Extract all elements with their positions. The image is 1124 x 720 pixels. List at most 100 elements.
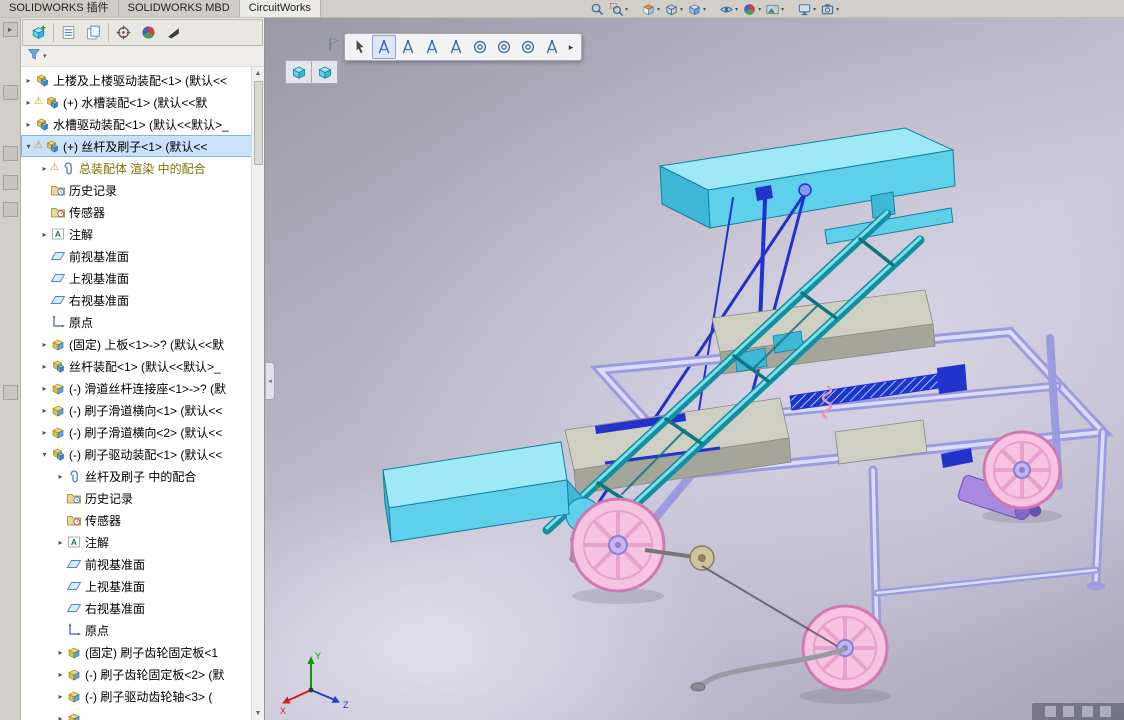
tree-item[interactable]: ▸ — [21, 707, 264, 720]
graphics-viewport[interactable]: ▸ X Y Z — [265, 18, 1124, 720]
more-tools-button[interactable]: ▸ — [564, 35, 578, 59]
panel-splitter-handle[interactable]: ◂ — [266, 362, 275, 400]
screen-options-button[interactable]: ▾ — [818, 0, 841, 18]
tree-item[interactable]: ▾ (-) 刷子驱动装配<1> (默认<< — [21, 443, 264, 465]
command-tab[interactable]: CircuitWorks — [239, 0, 321, 17]
mass-properties-target-button[interactable] — [111, 21, 136, 44]
expand-arrow[interactable]: ▸ — [23, 98, 34, 107]
strip-icon-1[interactable] — [2, 85, 18, 100]
section-view-button[interactable]: ▾ — [639, 0, 662, 18]
tree-item[interactable]: 历史记录 — [21, 179, 264, 201]
appearance-wheel-button[interactable] — [136, 21, 161, 44]
quick-mate-3-button[interactable] — [420, 35, 444, 59]
tree-item[interactable]: 右视基准面 — [21, 597, 264, 619]
concentric-mate-1-button[interactable] — [468, 35, 492, 59]
concentric-mate-3-button[interactable] — [516, 35, 540, 59]
filter-funnel-icon[interactable] — [27, 47, 41, 66]
tree-item[interactable]: ▸ A 注解 — [21, 531, 264, 553]
tree-item[interactable]: ▸ 丝杆及刷子 中的配合 — [21, 465, 264, 487]
tree-scrollbar[interactable]: ▲ ▼ — [251, 67, 264, 720]
expand-arrow[interactable]: ▸ — [23, 120, 34, 129]
expand-arrow[interactable]: ▸ — [55, 670, 66, 679]
view-orientation-button[interactable]: ▾ — [662, 0, 685, 18]
tree-item[interactable]: 原点 — [21, 619, 264, 641]
command-tab[interactable]: SOLIDWORKS 插件 — [0, 0, 119, 17]
expand-arrow[interactable]: ▸ — [39, 230, 50, 239]
apply-scene-button[interactable]: ▾ — [763, 0, 786, 18]
tree-item[interactable]: 传感器 — [21, 201, 264, 223]
bom-list-button[interactable] — [56, 21, 81, 44]
expand-panel-arrow[interactable]: ▸ — [2, 22, 18, 37]
expand-arrow[interactable]: ▸ — [55, 472, 66, 481]
strip-icon-5[interactable] — [2, 385, 18, 400]
tree-item[interactable]: ▸ (固定) 刷子齿轮固定板<1 — [21, 641, 264, 663]
scroll-thumb[interactable] — [253, 81, 263, 165]
tree-item[interactable]: ▸ (-) 滑道丝杆连接座<1>->? (默 — [21, 377, 264, 399]
tree-item[interactable]: 右视基准面 — [21, 289, 264, 311]
tree-item[interactable]: ▸ (-) 刷子滑道横向<2> (默认<< — [21, 421, 264, 443]
tree-item[interactable]: 原点 — [21, 311, 264, 333]
tree-item[interactable]: 传感器 — [21, 509, 264, 531]
tree-item[interactable]: ▸ A 注解 — [21, 223, 264, 245]
quick-mate-2-button[interactable] — [396, 35, 420, 59]
duplicate-pages-button[interactable] — [81, 21, 106, 44]
select-arrow-button[interactable] — [348, 35, 372, 59]
quick-mate-4-button[interactable] — [444, 35, 468, 59]
expand-arrow[interactable]: ▸ — [55, 692, 66, 701]
tree-item[interactable]: ▸ (-) 刷子驱动齿轮轴<3> ( — [21, 685, 264, 707]
concentric-mate-2-button[interactable] — [492, 35, 516, 59]
quick-mate-1-button[interactable] — [372, 35, 396, 59]
model-left-hopper[interactable] — [382, 441, 601, 564]
display-style-button[interactable]: ▾ — [685, 0, 708, 18]
expand-arrow[interactable]: ▸ — [39, 428, 50, 437]
strip-icon-3[interactable] — [2, 175, 18, 190]
tree-item[interactable]: 上视基准面 — [21, 267, 264, 289]
expand-arrow[interactable]: ▸ — [39, 164, 50, 173]
tree-item[interactable]: 前视基准面 — [21, 553, 264, 575]
eraser-wedge-button[interactable] — [161, 21, 186, 44]
model-3d-view[interactable] — [265, 18, 1124, 720]
zoom-to-fit-button[interactable] — [588, 0, 607, 18]
strip-icon-2[interactable] — [2, 146, 18, 161]
tree-item[interactable]: ▸ (-) 刷子齿轮固定板<2> (默 — [21, 663, 264, 685]
zoom-area-button[interactable]: ▾ — [607, 0, 630, 18]
expand-arrow[interactable]: ▸ — [39, 406, 50, 415]
expand-arrow[interactable]: ▾ — [39, 450, 50, 459]
tree-item[interactable]: ▸ (固定) 上板<1>->? (默认<<默 — [21, 333, 264, 355]
expand-arrow[interactable]: ▾ — [23, 142, 34, 151]
component-cube-1[interactable] — [285, 60, 312, 84]
model-top-hopper[interactable] — [658, 127, 956, 229]
filter-caret-icon[interactable]: ▾ — [43, 52, 47, 60]
tree-item[interactable]: ▸ ⚠ (+) 水槽装配<1> (默认<<默 — [21, 91, 264, 113]
model-wheel-center[interactable] — [801, 604, 889, 692]
tree-item[interactable]: 上视基准面 — [21, 575, 264, 597]
scroll-up-button[interactable]: ▲ — [255, 67, 262, 80]
tree-item[interactable]: 前视基准面 — [21, 245, 264, 267]
tree-item[interactable]: ▾ ⚠ (+) 丝杆及刷子<1> (默认<< — [21, 135, 264, 157]
view-settings-button[interactable]: ▾ — [795, 0, 818, 18]
pin-flag-icon[interactable] — [326, 36, 343, 53]
expand-arrow[interactable]: ▸ — [55, 538, 66, 547]
expand-arrow[interactable]: ▸ — [39, 362, 50, 371]
expand-arrow[interactable]: ▸ — [39, 340, 50, 349]
hide-show-items-button[interactable]: ▾ — [717, 0, 740, 18]
expand-arrow[interactable]: ▸ — [55, 648, 66, 657]
quick-mate-5-button[interactable] — [540, 35, 564, 59]
tree-item[interactable]: 历史记录 — [21, 487, 264, 509]
model-wheel-right[interactable] — [982, 430, 1062, 510]
command-tab[interactable]: SOLIDWORKS MBD — [118, 0, 240, 17]
scroll-down-button[interactable]: ▼ — [255, 707, 262, 720]
strip-icon-4[interactable] — [2, 202, 18, 217]
expand-arrow[interactable]: ▸ — [39, 384, 50, 393]
tree-item[interactable]: ▸ 水槽驱动装配<1> (默认<<默认>_ — [21, 113, 264, 135]
model-wheel-left[interactable] — [570, 497, 666, 593]
tree-item[interactable]: ▸ ⚠ 总装配体 渲染 中的配合 — [21, 157, 264, 179]
expand-arrow[interactable]: ▸ — [55, 714, 66, 720]
edit-appearance-button[interactable]: ▾ — [740, 0, 763, 18]
insert-component-button[interactable] — [26, 21, 51, 44]
tree-item[interactable]: ▸ (-) 刷子滑道横向<1> (默认<< — [21, 399, 264, 421]
expand-arrow[interactable]: ▸ — [23, 76, 34, 85]
tree-item[interactable]: ▸ 丝杆装配<1> (默认<<默认>_ — [21, 355, 264, 377]
component-cube-2[interactable] — [311, 60, 338, 84]
tree-item[interactable]: ▸ 上楼及上楼驱动装配<1> (默认<< — [21, 69, 264, 91]
